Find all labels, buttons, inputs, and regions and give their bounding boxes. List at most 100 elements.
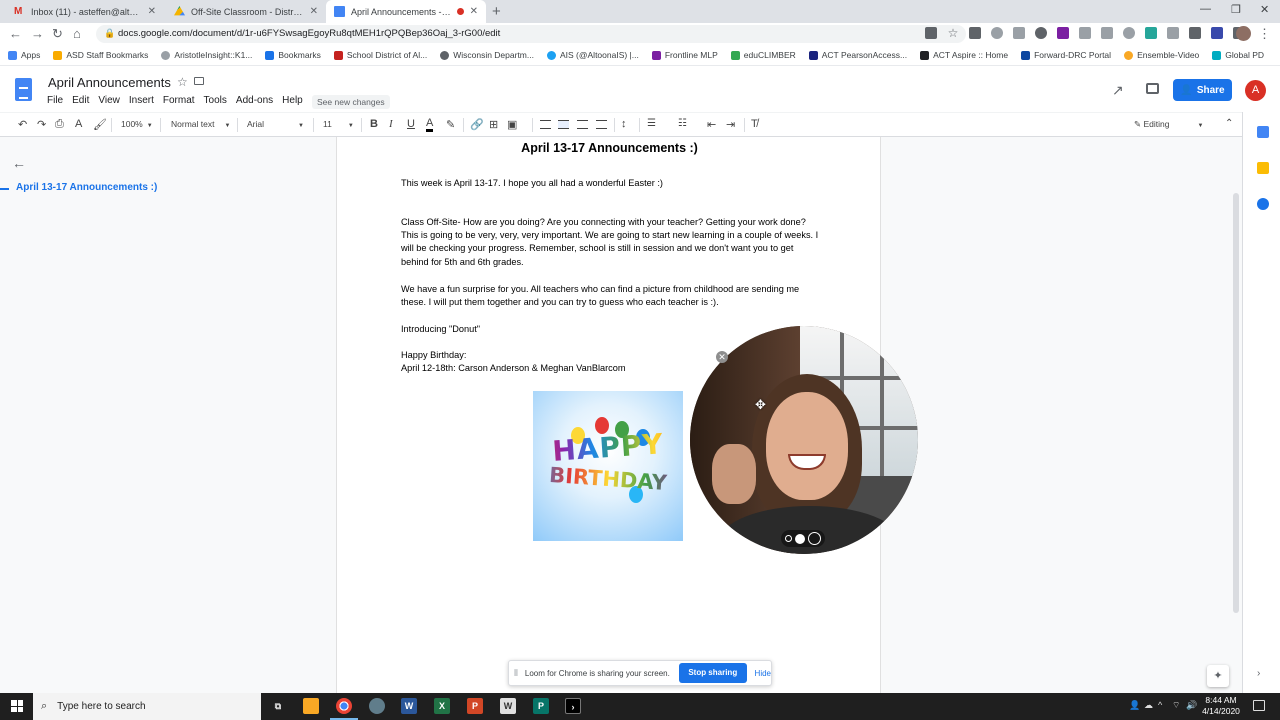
bookmark-item[interactable]: Frontline MLP	[651, 50, 718, 60]
docs-logo-icon[interactable]	[15, 78, 32, 101]
comment-icon[interactable]	[1146, 83, 1159, 94]
extension-icon[interactable]	[1079, 27, 1091, 39]
link-icon[interactable]: 🔗	[470, 118, 484, 131]
bookmark-star-icon[interactable]: ☆	[947, 27, 959, 39]
menu-edit[interactable]: Edit	[72, 95, 89, 106]
align-left-icon[interactable]	[540, 120, 551, 129]
size-large-icon[interactable]	[808, 532, 821, 545]
bookmark-item[interactable]: Global PD	[1212, 50, 1264, 60]
calendar-icon[interactable]	[1257, 126, 1269, 138]
drag-handle-icon[interactable]: ⦀	[509, 668, 523, 679]
see-new-changes-button[interactable]: See new changes	[312, 95, 390, 109]
bookmark-item[interactable]: Wisconsin Departm...	[440, 50, 534, 60]
size-medium-icon[interactable]	[795, 533, 805, 544]
highlight-icon[interactable]: ✎	[446, 118, 455, 131]
align-right-icon[interactable]	[577, 120, 588, 129]
redo-icon[interactable]: ↷	[37, 118, 46, 131]
menu-tools[interactable]: Tools	[204, 95, 227, 106]
increase-indent-icon[interactable]: ⇥	[726, 118, 735, 131]
bookmark-item[interactable]: Ensemble-Video	[1124, 50, 1199, 60]
activity-trend-icon[interactable]: ↗	[1112, 82, 1124, 99]
home-icon[interactable]: ⌂	[73, 26, 81, 41]
spellcheck-icon[interactable]: A	[75, 118, 82, 130]
windows-start-icon[interactable]	[11, 700, 23, 712]
numbered-list-icon[interactable]: ☰	[647, 118, 656, 129]
close-icon[interactable]: ✕	[470, 6, 478, 17]
menu-file[interactable]: File	[47, 95, 63, 106]
wifi-icon[interactable]: ⌔	[1172, 700, 1180, 711]
close-icon[interactable]: ✕	[148, 6, 156, 17]
extension-icon[interactable]	[969, 27, 981, 39]
bookmark-item[interactable]: School District of Al...	[333, 50, 427, 60]
undo-icon[interactable]: ↶	[18, 118, 27, 131]
align-center-icon[interactable]	[558, 120, 569, 129]
powerpoint-icon[interactable]: P	[467, 698, 483, 714]
extension-icon[interactable]	[1211, 27, 1223, 39]
insert-image-icon[interactable]: ▣	[507, 118, 517, 131]
tab-gmail[interactable]: M Inbox (11) - asteffen@altoona.k12.wi.u…	[6, 0, 164, 23]
taskbar-search-box[interactable]: ⌕ Type here to search	[33, 693, 261, 720]
profile-avatar[interactable]	[1236, 26, 1251, 41]
extension-icon[interactable]	[1101, 27, 1113, 39]
excel-icon[interactable]: X	[434, 698, 450, 714]
maximize-icon[interactable]: ❐	[1231, 3, 1241, 16]
webcam-size-toggle[interactable]	[781, 530, 825, 547]
chevron-right-icon[interactable]: ›	[1257, 668, 1260, 679]
app-icon[interactable]	[369, 698, 385, 714]
extension-icon[interactable]	[991, 27, 1003, 39]
extension-icon[interactable]	[1145, 27, 1157, 39]
bookmark-item[interactable]: AIS (@AltoonaIS) |...	[546, 50, 639, 60]
extension-icon[interactable]	[1123, 27, 1135, 39]
tasks-icon[interactable]	[1257, 198, 1269, 210]
bookmark-item[interactable]: AristotleInsight::K1...	[161, 50, 252, 60]
outline-heading-item[interactable]: April 13-17 Announcements :)	[16, 182, 157, 193]
zoom-dropdown[interactable]: 100% ▼	[121, 119, 153, 129]
collapse-toolbar-icon[interactable]: ⌃	[1225, 118, 1233, 129]
bookmark-item[interactable]: ASD Staff Bookmarks	[53, 50, 148, 60]
vertical-scrollbar[interactable]	[1233, 193, 1239, 613]
align-justify-icon[interactable]	[596, 120, 607, 129]
outline-back-arrow-icon[interactable]: ←	[12, 155, 26, 171]
url-field[interactable]: 🔒 docs.google.com/document/d/1r-u6FYSwsa…	[96, 25, 966, 43]
print-icon[interactable]: ⎙	[55, 118, 64, 131]
forward-icon[interactable]: →	[31, 26, 44, 41]
word-icon[interactable]: W	[401, 698, 417, 714]
terminal-icon[interactable]: ›	[565, 698, 581, 714]
network-icon[interactable]: ☁	[1144, 700, 1153, 711]
hide-button[interactable]: Hide	[755, 669, 771, 678]
explore-icon[interactable]: ✦	[1207, 665, 1229, 687]
menu-insert[interactable]: Insert	[129, 95, 154, 106]
volume-icon[interactable]: 🔊	[1186, 700, 1197, 711]
add-comment-icon[interactable]: ⊞	[489, 118, 498, 131]
back-icon[interactable]: ←	[9, 26, 22, 41]
line-spacing-icon[interactable]: ↕	[621, 118, 627, 130]
underline-icon[interactable]: U	[407, 118, 415, 130]
stop-sharing-button[interactable]: Stop sharing	[678, 663, 747, 683]
bulleted-list-icon[interactable]: ☷	[678, 118, 687, 129]
italic-icon[interactable]: I	[389, 118, 393, 130]
star-icon[interactable]: ☆	[177, 75, 188, 89]
window-close-icon[interactable]: ✕	[1260, 3, 1269, 16]
menu-icon[interactable]: ⋮	[1258, 26, 1271, 42]
power-icon[interactable]	[1035, 27, 1047, 39]
chevron-up-icon[interactable]: ^	[1158, 700, 1162, 710]
system-clock[interactable]: 8:44 AM 4/14/2020	[1198, 695, 1244, 717]
share-button[interactable]: 👤 Share	[1173, 79, 1232, 101]
bookmark-item[interactable]: Bookmarks	[265, 50, 321, 60]
account-avatar[interactable]: A	[1245, 80, 1266, 101]
font-dropdown[interactable]: Arial ▼	[247, 119, 304, 129]
chrome-icon[interactable]	[336, 698, 352, 714]
paint-format-icon[interactable]: 🖌	[93, 118, 107, 131]
font-size-dropdown[interactable]: 11 ▼	[323, 119, 354, 129]
bookmark-item[interactable]: Forward-DRC Portal	[1021, 50, 1111, 60]
tab-off-site-classroom[interactable]: Off-Site Classroom - District RTI | Sch …	[166, 0, 326, 23]
people-icon[interactable]: 👤	[1129, 700, 1140, 711]
style-dropdown[interactable]: Normal text ▼	[171, 119, 230, 129]
document-title[interactable]: April Announcements	[48, 75, 171, 90]
happy-birthday-image[interactable]: HAPPY BIRTHDAY	[533, 391, 683, 541]
bookmark-item[interactable]: ACT Aspire :: Home	[920, 50, 1008, 60]
menu-view[interactable]: View	[98, 95, 120, 106]
close-icon[interactable]: ✕	[310, 6, 318, 17]
extension-icon[interactable]	[1167, 27, 1179, 39]
bookmark-item[interactable]: ACT PearsonAccess...	[808, 50, 907, 60]
